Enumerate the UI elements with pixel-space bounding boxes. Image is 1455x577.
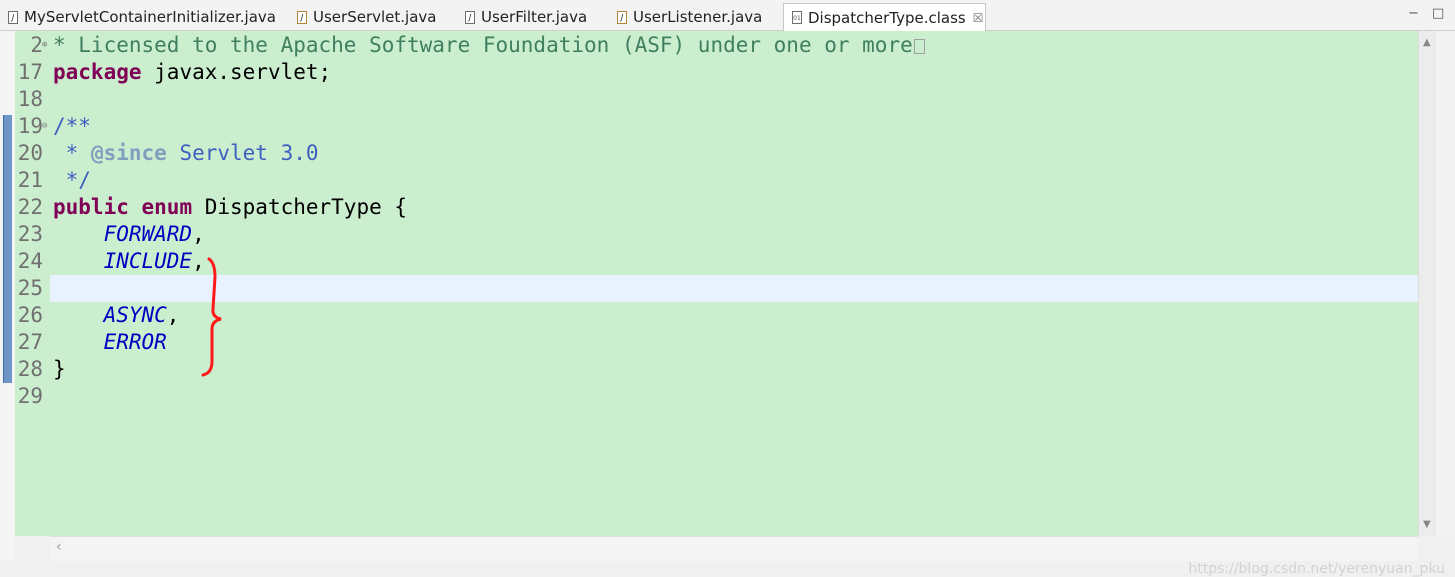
code-token: enum bbox=[141, 195, 193, 219]
line-number: 18 bbox=[17, 87, 43, 111]
close-icon[interactable]: ☒ bbox=[973, 11, 984, 25]
class-file-icon bbox=[792, 11, 802, 24]
code-token: * bbox=[53, 141, 91, 165]
code-line[interactable]: } bbox=[53, 356, 66, 383]
current-line-highlight bbox=[50, 275, 1418, 302]
tab-userfilter[interactable]: UserFilter.java bbox=[465, 3, 587, 31]
line-number: 19 bbox=[17, 114, 43, 138]
code-token: */ bbox=[53, 168, 91, 192]
line-number: 22 bbox=[17, 195, 43, 219]
java-file-icon bbox=[297, 10, 307, 24]
red-brace-annotation bbox=[201, 257, 222, 377]
folded-comment-icon[interactable] bbox=[913, 38, 925, 54]
code-token: } bbox=[53, 357, 66, 381]
tab-label: UserServlet.java bbox=[313, 8, 437, 26]
code-editor[interactable]: 2 ⊕ 17 18 19 ⊖ 20 21 22 23 24 25 26 27 28 29 * Licensed… bbox=[0, 31, 1455, 577]
tab-myservletcontainerinitializer[interactable]: MyServletContainerInitializer.java bbox=[8, 3, 276, 31]
maximize-icon[interactable]: □ bbox=[1432, 6, 1444, 21]
line-number: 20 bbox=[17, 141, 43, 165]
horizontal-scrollbar[interactable]: ‹ bbox=[50, 536, 1418, 561]
scroll-down-icon[interactable]: ▼ bbox=[1423, 519, 1431, 530]
code-token: DispatcherType { bbox=[192, 195, 408, 219]
code-token: INCLUDE bbox=[103, 249, 193, 273]
code-line[interactable]: ERROR bbox=[53, 329, 167, 356]
tab-dispatchertype[interactable]: DispatcherType.class ☒ bbox=[783, 3, 986, 31]
code-token: /** bbox=[53, 114, 91, 138]
scroll-left-icon[interactable]: ‹ bbox=[56, 539, 62, 555]
vertical-scrollbar[interactable]: ▲ ▼ bbox=[1418, 31, 1437, 536]
tab-label: UserFilter.java bbox=[481, 8, 588, 26]
java-file-icon bbox=[8, 10, 18, 24]
range-indicator bbox=[3, 115, 12, 383]
code-token: public bbox=[53, 195, 129, 219]
tab-label: UserListener.java bbox=[633, 8, 763, 26]
tab-label: DispatcherType.class bbox=[808, 8, 966, 27]
tab-userlistener[interactable]: UserListener.java bbox=[617, 3, 762, 31]
line-number: 29 bbox=[17, 384, 43, 408]
code-token: package bbox=[53, 60, 142, 84]
line-number: 28 bbox=[17, 357, 43, 381]
code-line[interactable]: * Licensed to the Apache Software Founda… bbox=[53, 32, 925, 59]
code-token: , bbox=[192, 222, 205, 246]
line-number: 23 bbox=[17, 222, 43, 246]
editor-tab-bar: MyServletContainerInitializer.java UserS… bbox=[0, 0, 1455, 31]
code-line[interactable]: INCLUDE, bbox=[53, 248, 205, 275]
code-token: ASYNC bbox=[103, 303, 167, 327]
scroll-up-icon[interactable]: ▲ bbox=[1423, 37, 1431, 48]
line-number: 26 bbox=[17, 303, 43, 327]
line-number: 27 bbox=[17, 330, 43, 354]
tab-userservlet[interactable]: UserServlet.java bbox=[297, 3, 436, 31]
code-line[interactable]: */ bbox=[53, 167, 91, 194]
code-token: FORWARD bbox=[103, 222, 193, 246]
tab-label: MyServletContainerInitializer.java bbox=[24, 8, 276, 26]
code-line[interactable]: package javax.servlet; bbox=[53, 59, 331, 86]
minimize-icon[interactable]: − bbox=[1408, 6, 1419, 21]
line-number-gutter: 2 ⊕ 17 18 19 ⊖ 20 21 22 23 24 25 26 27 28 29 bbox=[15, 31, 50, 536]
fold-expand-icon[interactable]: ⊕ bbox=[42, 40, 47, 50]
code-token: ERROR bbox=[103, 330, 167, 354]
code-token: , bbox=[166, 303, 180, 327]
code-token: Servlet 3.0 bbox=[166, 141, 319, 165]
java-file-icon bbox=[465, 10, 475, 24]
code-line[interactable]: * @since Servlet 3.0 bbox=[53, 140, 319, 167]
code-line[interactable]: /** bbox=[53, 113, 91, 140]
line-number: 25 bbox=[17, 276, 43, 300]
annotation-ruler bbox=[0, 31, 15, 560]
code-token: * Licensed to the Apache Software Founda… bbox=[53, 33, 913, 57]
line-number: 21 bbox=[17, 168, 43, 192]
watermark: https://blog.csdn.net/yerenyuan_pku bbox=[1188, 561, 1445, 577]
line-number: 17 bbox=[17, 60, 43, 84]
right-margin bbox=[1436, 31, 1455, 536]
code-token: javax.servlet; bbox=[141, 60, 332, 84]
code-token: @since bbox=[90, 141, 167, 165]
code-line[interactable]: ASYNC, bbox=[53, 302, 180, 329]
code-line[interactable]: FORWARD, bbox=[53, 221, 205, 248]
line-number: 24 bbox=[17, 249, 43, 273]
java-file-icon bbox=[617, 10, 627, 24]
code-line[interactable]: public enum DispatcherType { bbox=[53, 194, 407, 221]
fold-collapse-icon[interactable]: ⊖ bbox=[42, 121, 47, 131]
